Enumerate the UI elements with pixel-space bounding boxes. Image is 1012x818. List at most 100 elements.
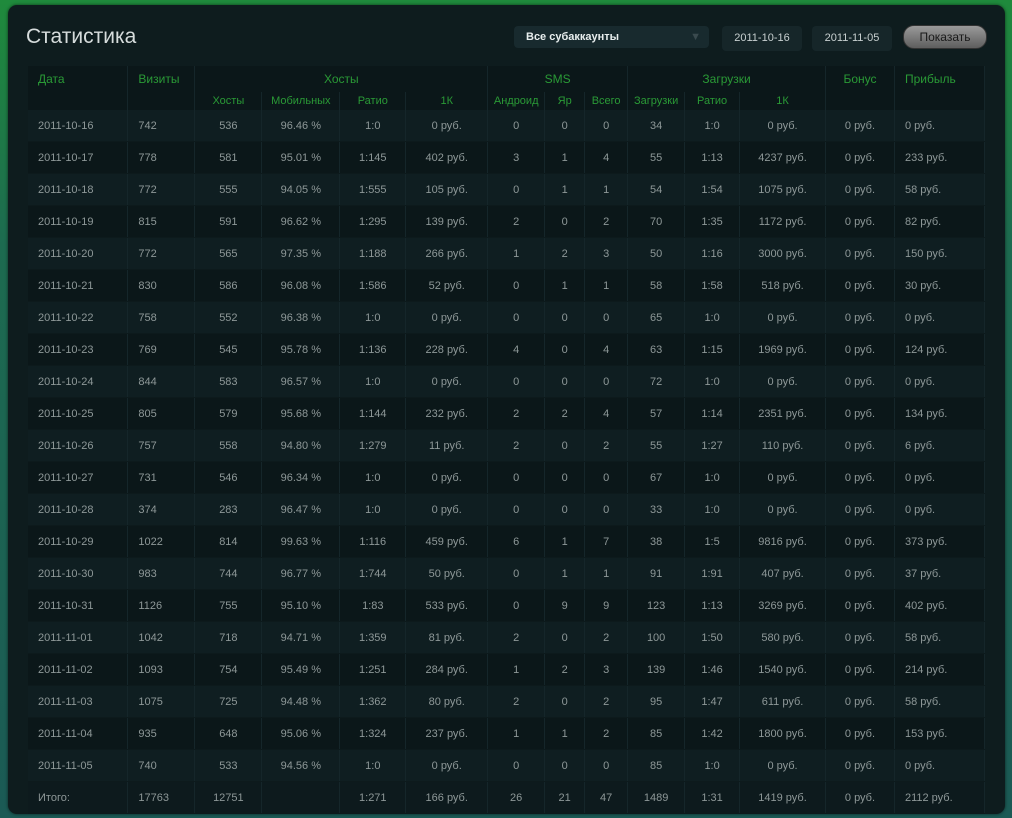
table-cell: 1:0 <box>684 749 741 782</box>
show-button[interactable]: Показать <box>903 25 987 49</box>
table-cell: 373 руб. <box>894 525 986 558</box>
table-cell: 772 <box>127 237 196 270</box>
table-cell: 82 руб. <box>894 205 986 238</box>
table-cell: 1 <box>487 717 546 750</box>
table-cell: 2011-10-25 <box>28 397 129 430</box>
table-cell: 4 <box>487 333 546 366</box>
table-cell: 1:0 <box>684 461 741 494</box>
table-cell: 2 <box>487 621 546 654</box>
table-cell: 1:13 <box>684 589 741 622</box>
table-cell: 0 руб. <box>825 589 895 622</box>
table-cell: 518 руб. <box>739 269 826 302</box>
table-cell: 1:279 <box>339 429 407 462</box>
table-cell: 2011-10-19 <box>28 205 129 238</box>
table-row: 2011-11-02 1093 754 95.49 % 1:251 284 руб. 1 2 3… <box>28 653 986 686</box>
table-cell: 0 <box>544 461 586 494</box>
table-cell: 1022 <box>127 525 196 558</box>
table-cell: 2011-10-16 <box>28 110 129 142</box>
sub-empty <box>28 92 129 110</box>
table-cell: 755 <box>194 589 263 622</box>
total-row: Итого: 17763 12751 1:271 166 руб. 26 21 47 1489 1… <box>28 781 986 814</box>
table-cell: 96.47 % <box>261 493 341 526</box>
table-row: 2011-10-17 778 581 95.01 % 1:145 402 руб. 3 1 4 5… <box>28 141 986 174</box>
table-cell: 233 руб. <box>894 141 986 174</box>
table-row: 2011-11-04 935 648 95.06 % 1:324 237 руб. 1 1 2 8… <box>28 717 986 750</box>
table-cell: 1:116 <box>339 525 407 558</box>
table-cell: 94.48 % <box>261 685 341 718</box>
table-row: 2011-10-18 772 555 94.05 % 1:555 105 руб. 0 1 1 5… <box>28 173 986 206</box>
table-cell: 1:42 <box>684 717 741 750</box>
table-cell: 0 руб. <box>825 749 895 782</box>
table-cell: 0 руб. <box>825 173 895 206</box>
table-row: 2011-10-19 815 591 96.62 % 1:295 139 руб. 2 0 2 7… <box>28 205 986 238</box>
table-cell: 2011-11-04 <box>28 717 129 750</box>
table-row: 2011-10-27 731 546 96.34 % 1:0 0 руб. 0 0 0 67 1:0… <box>28 461 986 494</box>
table-row: 2011-10-22 758 552 96.38 % 1:0 0 руб. 0 0 0 65 1:0… <box>28 301 986 334</box>
table-cell: 1969 руб. <box>739 333 826 366</box>
table-cell: 70 <box>627 205 686 238</box>
table-cell <box>261 781 341 814</box>
stats-table: Дата Визиты Хосты SMS Загрузки Бонус При… <box>28 66 986 814</box>
table-cell: 55 <box>627 141 686 174</box>
table-cell: 96.57 % <box>261 365 341 398</box>
table-cell: 1 <box>544 717 586 750</box>
table-cell: 0 <box>487 557 546 590</box>
table-cell: 26 <box>487 781 546 814</box>
table-cell: 740 <box>127 749 196 782</box>
table-cell: 1:47 <box>684 685 741 718</box>
table-cell: 2011-11-03 <box>28 685 129 718</box>
col-hosts: Хосты <box>194 66 489 92</box>
table-cell: 2011-11-02 <box>28 653 129 686</box>
table-cell: 2011-10-18 <box>28 173 129 206</box>
table-cell: 0 <box>544 333 586 366</box>
table-cell: 0 <box>487 749 546 782</box>
table-cell: 0 руб. <box>825 781 895 814</box>
table-cell: 0 <box>544 429 586 462</box>
table-cell: 935 <box>127 717 196 750</box>
table-cell: 0 <box>544 621 586 654</box>
table-cell: 1:54 <box>684 173 741 206</box>
table-cell: 80 руб. <box>405 685 489 718</box>
table-cell: 97.35 % <box>261 237 341 270</box>
table-cell: 1172 руб. <box>739 205 826 238</box>
table-cell: 407 руб. <box>739 557 826 590</box>
table-row: 2011-11-03 1075 725 94.48 % 1:362 80 руб. 2 0 2 9… <box>28 685 986 718</box>
sub-empty <box>127 92 196 110</box>
table-row: 2011-10-29 1022 814 99.63 % 1:116 459 руб. 6 1 7… <box>28 525 986 558</box>
table-cell: 1:31 <box>684 781 741 814</box>
table-cell: 1126 <box>127 589 196 622</box>
table-cell: 81 руб. <box>405 621 489 654</box>
table-cell: 1042 <box>127 621 196 654</box>
subaccount-select[interactable]: Все субаккаунты ▼ <box>514 26 709 48</box>
table-cell: 34 <box>627 110 686 142</box>
table-cell: 1:586 <box>339 269 407 302</box>
table-cell: 815 <box>127 205 196 238</box>
table-row: 2011-11-05 740 533 94.56 % 1:0 0 руб. 0 0 0 85 1:0… <box>28 749 986 782</box>
table-cell: 1 <box>487 653 546 686</box>
table-cell: 30 руб. <box>894 269 986 302</box>
table-cell: 580 руб. <box>739 621 826 654</box>
table-cell: 0 руб. <box>894 493 986 526</box>
table-cell: 552 <box>194 301 263 334</box>
table-cell: 0 руб. <box>739 749 826 782</box>
table-cell: 33 <box>627 493 686 526</box>
table-cell: 58 руб. <box>894 621 986 654</box>
table-cell: 1075 руб. <box>739 173 826 206</box>
table-cell: 50 <box>627 237 686 270</box>
table-cell: 95.49 % <box>261 653 341 686</box>
table-cell: 11 руб. <box>405 429 489 462</box>
table-cell: 153 руб. <box>894 717 986 750</box>
subcol-header: Яр <box>544 92 586 110</box>
table-cell: 2 <box>544 653 586 686</box>
table-cell: 0 <box>487 173 546 206</box>
table-cell: 0 руб. <box>405 301 489 334</box>
table-cell: 830 <box>127 269 196 302</box>
table-cell: 725 <box>194 685 263 718</box>
table-cell: 1:359 <box>339 621 407 654</box>
table-cell: 2011-10-23 <box>28 333 129 366</box>
table-cell: 38 <box>627 525 686 558</box>
table-row: 2011-10-25 805 579 95.68 % 1:144 232 руб. 2 2 4 5… <box>28 397 986 430</box>
date-to-input[interactable]: 2011-11-05 <box>812 26 892 51</box>
table-cell: 0 <box>584 461 629 494</box>
date-from-input[interactable]: 2011-10-16 <box>722 26 802 51</box>
